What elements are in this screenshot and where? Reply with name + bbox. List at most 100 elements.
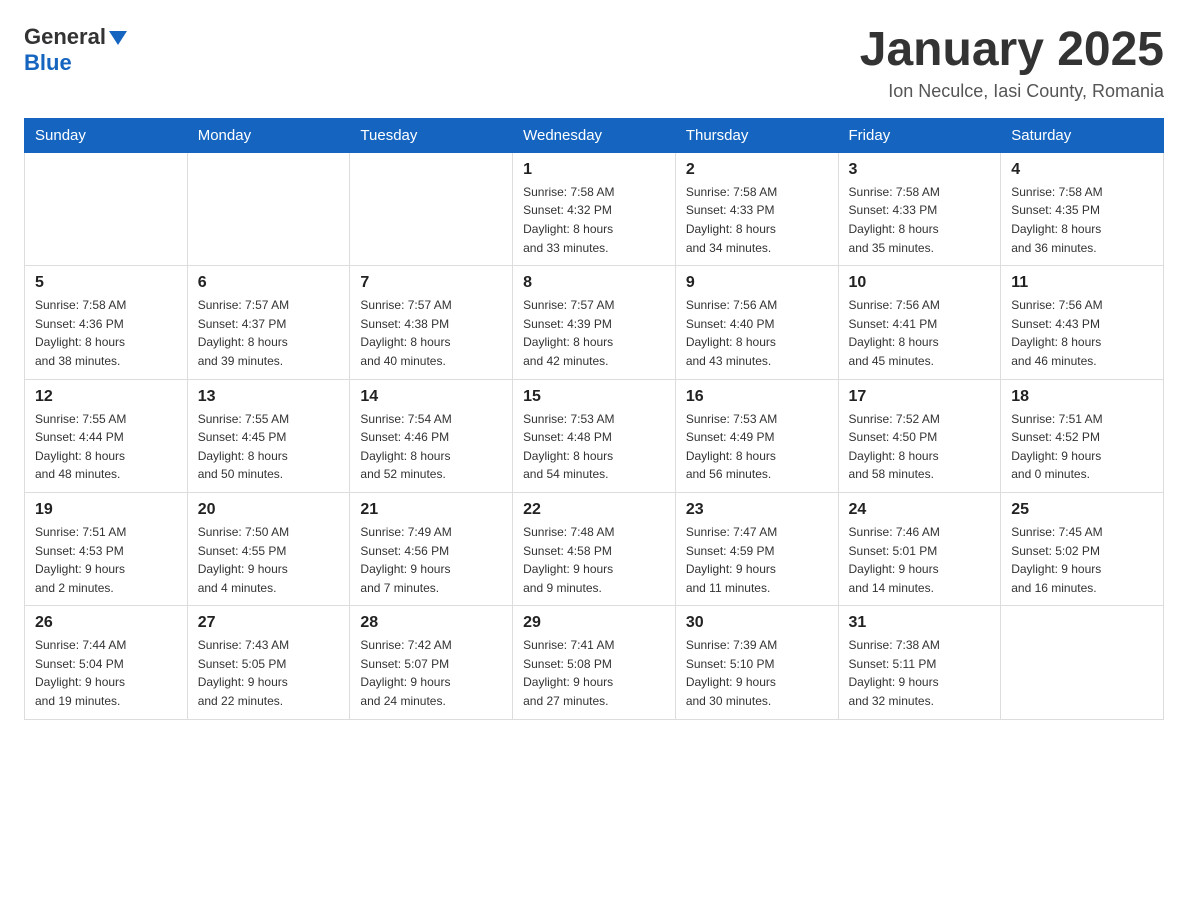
calendar-cell: 16Sunrise: 7:53 AM Sunset: 4:49 PM Dayli… [675,379,838,492]
calendar-cell [350,152,513,265]
calendar-cell: 26 Sunrise: 7:44 AM Sunset: 5:04 PM Dayli… [25,606,188,719]
day-info: Sunrise: 7:54 AM Sunset: 4:46 PM Dayligh… [360,410,502,484]
calendar-cell: 9 Sunrise: 7:56 AM Sunset: 4:40 PM Daylig… [675,266,838,379]
calendar-subtitle: Ion Neculce, Iasi County, Romania [860,81,1164,102]
day-number: 31 [849,614,991,632]
calendar-cell: 17 Sunrise: 7:52 AM Sunset: 4:50 PM Dayli… [838,379,1001,492]
column-header-saturday: Saturday [1001,118,1164,152]
calendar-cell: 22Sunrise: 7:48 AM Sunset: 4:58 PM Dayli… [513,492,676,605]
day-info: Sunrise: 7:58 AM Sunset: 4:32 PM Dayligh… [523,183,665,257]
day-number: 24 [849,501,991,519]
day-info: Sunrise: 7:57 AM Sunset: 4:38 PM Dayligh… [360,296,502,370]
day-number: 9 [686,274,828,292]
calendar-cell: 27Sunrise: 7:43 AM Sunset: 5:05 PM Dayli… [187,606,350,719]
column-header-wednesday: Wednesday [513,118,676,152]
calendar-cell: 23Sunrise: 7:47 AM Sunset: 4:59 PM Dayli… [675,492,838,605]
calendar-cell: 30 Sunrise: 7:39 AM Sunset: 5:10 PM Dayli… [675,606,838,719]
day-number: 7 [360,274,502,292]
day-number: 18 [1011,388,1153,406]
day-info: Sunrise: 7:51 AM Sunset: 4:52 PM Dayligh… [1011,410,1153,484]
day-number: 13 [198,388,340,406]
calendar-table: SundayMondayTuesdayWednesdayThursdayFrid… [24,118,1164,720]
calendar-title: January 2025 [860,24,1164,77]
column-header-thursday: Thursday [675,118,838,152]
calendar-week-row: 26 Sunrise: 7:44 AM Sunset: 5:04 PM Dayli… [25,606,1164,719]
calendar-cell: 19 Sunrise: 7:51 AM Sunset: 4:53 PM Dayli… [25,492,188,605]
day-info: Sunrise: 7:58 AM Sunset: 4:33 PM Dayligh… [686,183,828,257]
calendar-week-row: 5 Sunrise: 7:58 AM Sunset: 4:36 PM Daylig… [25,266,1164,379]
day-info: Sunrise: 7:47 AM Sunset: 4:59 PM Dayligh… [686,523,828,597]
calendar-cell: 5 Sunrise: 7:58 AM Sunset: 4:36 PM Daylig… [25,266,188,379]
day-number: 8 [523,274,665,292]
day-info: Sunrise: 7:55 AM Sunset: 4:45 PM Dayligh… [198,410,340,484]
calendar-cell: 28 Sunrise: 7:42 AM Sunset: 5:07 PM Dayli… [350,606,513,719]
day-number: 16 [686,388,828,406]
calendar-cell: 4 Sunrise: 7:58 AM Sunset: 4:35 PM Daylig… [1001,152,1164,265]
calendar-cell: 18 Sunrise: 7:51 AM Sunset: 4:52 PM Dayli… [1001,379,1164,492]
calendar-week-row: 1 Sunrise: 7:58 AM Sunset: 4:32 PM Daylig… [25,152,1164,265]
day-info: Sunrise: 7:38 AM Sunset: 5:11 PM Dayligh… [849,636,991,710]
day-number: 29 [523,614,665,632]
day-info: Sunrise: 7:58 AM Sunset: 4:35 PM Dayligh… [1011,183,1153,257]
day-number: 19 [35,501,177,519]
day-number: 2 [686,161,828,179]
day-info: Sunrise: 7:58 AM Sunset: 4:36 PM Dayligh… [35,296,177,370]
day-number: 30 [686,614,828,632]
calendar-cell: 8 Sunrise: 7:57 AM Sunset: 4:39 PM Daylig… [513,266,676,379]
day-number: 12 [35,388,177,406]
day-number: 1 [523,161,665,179]
day-info: Sunrise: 7:49 AM Sunset: 4:56 PM Dayligh… [360,523,502,597]
day-info: Sunrise: 7:43 AM Sunset: 5:05 PM Dayligh… [198,636,340,710]
calendar-cell: 10 Sunrise: 7:56 AM Sunset: 4:41 PM Dayli… [838,266,1001,379]
day-info: Sunrise: 7:52 AM Sunset: 4:50 PM Dayligh… [849,410,991,484]
day-number: 6 [198,274,340,292]
calendar-week-row: 12Sunrise: 7:55 AM Sunset: 4:44 PM Dayli… [25,379,1164,492]
day-info: Sunrise: 7:42 AM Sunset: 5:07 PM Dayligh… [360,636,502,710]
calendar-header-row: SundayMondayTuesdayWednesdayThursdayFrid… [25,118,1164,152]
day-info: Sunrise: 7:48 AM Sunset: 4:58 PM Dayligh… [523,523,665,597]
day-info: Sunrise: 7:58 AM Sunset: 4:33 PM Dayligh… [849,183,991,257]
day-number: 17 [849,388,991,406]
page-header: General Blue January 2025 Ion Neculce, I… [24,24,1164,102]
day-info: Sunrise: 7:45 AM Sunset: 5:02 PM Dayligh… [1011,523,1153,597]
day-info: Sunrise: 7:46 AM Sunset: 5:01 PM Dayligh… [849,523,991,597]
column-header-sunday: Sunday [25,118,188,152]
calendar-cell: 2 Sunrise: 7:58 AM Sunset: 4:33 PM Daylig… [675,152,838,265]
calendar-week-row: 19 Sunrise: 7:51 AM Sunset: 4:53 PM Dayli… [25,492,1164,605]
day-info: Sunrise: 7:56 AM Sunset: 4:43 PM Dayligh… [1011,296,1153,370]
day-number: 28 [360,614,502,632]
day-info: Sunrise: 7:57 AM Sunset: 4:39 PM Dayligh… [523,296,665,370]
day-info: Sunrise: 7:51 AM Sunset: 4:53 PM Dayligh… [35,523,177,597]
calendar-cell: 29 Sunrise: 7:41 AM Sunset: 5:08 PM Dayli… [513,606,676,719]
day-number: 5 [35,274,177,292]
day-info: Sunrise: 7:56 AM Sunset: 4:40 PM Dayligh… [686,296,828,370]
calendar-cell: 13 Sunrise: 7:55 AM Sunset: 4:45 PM Dayli… [187,379,350,492]
calendar-cell: 31 Sunrise: 7:38 AM Sunset: 5:11 PM Dayli… [838,606,1001,719]
calendar-cell: 12Sunrise: 7:55 AM Sunset: 4:44 PM Dayli… [25,379,188,492]
day-number: 10 [849,274,991,292]
day-number: 20 [198,501,340,519]
day-number: 3 [849,161,991,179]
calendar-cell [1001,606,1164,719]
calendar-cell: 20Sunrise: 7:50 AM Sunset: 4:55 PM Dayli… [187,492,350,605]
day-info: Sunrise: 7:39 AM Sunset: 5:10 PM Dayligh… [686,636,828,710]
day-number: 14 [360,388,502,406]
day-number: 25 [1011,501,1153,519]
day-number: 26 [35,614,177,632]
day-number: 21 [360,501,502,519]
day-number: 4 [1011,161,1153,179]
calendar-cell: 14 Sunrise: 7:54 AM Sunset: 4:46 PM Dayli… [350,379,513,492]
calendar-cell: 21 Sunrise: 7:49 AM Sunset: 4:56 PM Dayli… [350,492,513,605]
calendar-cell [25,152,188,265]
title-area: January 2025 Ion Neculce, Iasi County, R… [860,24,1164,102]
day-number: 11 [1011,274,1153,292]
day-number: 15 [523,388,665,406]
day-info: Sunrise: 7:44 AM Sunset: 5:04 PM Dayligh… [35,636,177,710]
calendar-cell: 15 Sunrise: 7:53 AM Sunset: 4:48 PM Dayli… [513,379,676,492]
calendar-cell: 1 Sunrise: 7:58 AM Sunset: 4:32 PM Daylig… [513,152,676,265]
day-info: Sunrise: 7:41 AM Sunset: 5:08 PM Dayligh… [523,636,665,710]
column-header-monday: Monday [187,118,350,152]
logo-general-text: General [24,24,106,50]
day-info: Sunrise: 7:53 AM Sunset: 4:48 PM Dayligh… [523,410,665,484]
day-info: Sunrise: 7:56 AM Sunset: 4:41 PM Dayligh… [849,296,991,370]
